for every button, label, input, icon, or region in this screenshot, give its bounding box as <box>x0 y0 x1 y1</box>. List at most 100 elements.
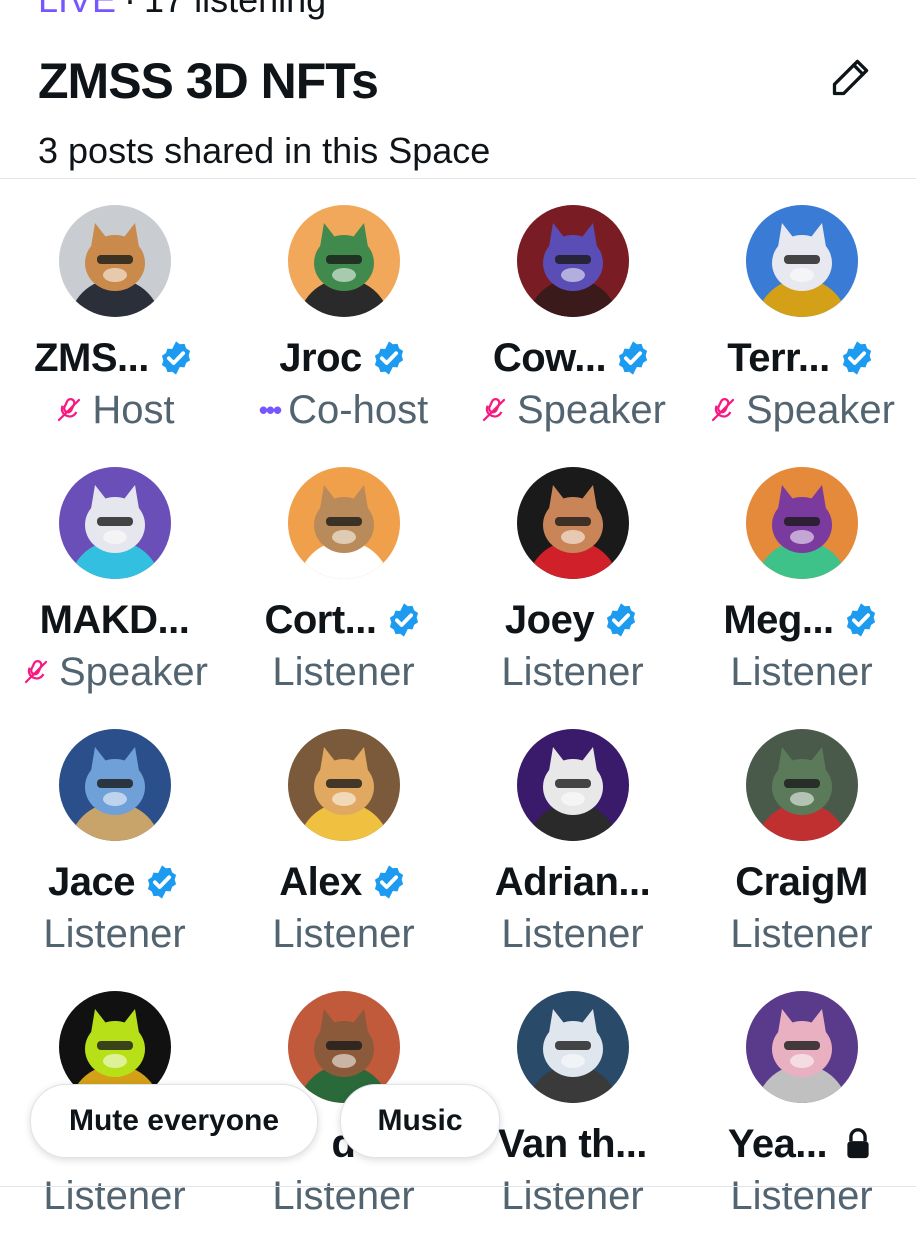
participant-name: Alex <box>279 859 362 904</box>
avatar <box>745 205 858 317</box>
participant-card[interactable]: Alex Listener <box>229 729 458 991</box>
participant-name: Cort... <box>264 597 377 642</box>
participant-name-row: Jace <box>48 859 181 905</box>
participant-name-row: Van th... <box>498 1121 647 1167</box>
participant-card[interactable]: Meg... Listener <box>687 467 916 729</box>
participant-role-row: Listener <box>272 649 414 695</box>
listening-count: 17 listening <box>144 0 326 20</box>
mic-muted-icon <box>479 395 509 425</box>
avatar <box>58 467 171 579</box>
participant-card[interactable]: Jace Listener <box>0 729 229 991</box>
participant-role-row: Speaker <box>708 387 895 433</box>
participant-name: Cow... <box>492 335 607 380</box>
verified-badge-icon <box>370 863 408 901</box>
participant-name: Jace <box>48 859 135 904</box>
participant-role-row: Host <box>54 387 175 433</box>
participant-card[interactable]: MAKD... Speaker <box>0 467 229 729</box>
participant-role-row: Listener <box>730 649 872 695</box>
participant-card[interactable]: Cow... Speaker <box>458 205 687 467</box>
verified-badge-icon <box>602 601 640 639</box>
verified-badge-icon <box>842 601 880 639</box>
participant-name-row: Yea... <box>728 1121 875 1167</box>
participant-card[interactable]: CraigM Listener <box>687 729 916 991</box>
verified-badge-icon <box>143 863 181 901</box>
verified-badge-icon <box>614 339 652 377</box>
avatar <box>287 467 400 579</box>
participant-role-row: Listener <box>43 911 185 957</box>
participant-role: Listener <box>730 911 873 956</box>
participant-role: Listener <box>272 911 415 956</box>
verified-badge-icon <box>370 339 408 377</box>
participant-name-row: Meg... <box>723 597 879 643</box>
participant-name-row: Cort... <box>264 597 422 643</box>
avatar <box>745 729 858 841</box>
participant-name: MAKD... <box>39 597 190 642</box>
participant-name: Meg... <box>723 597 834 642</box>
participant-name-row: MAKD... <box>40 597 190 643</box>
participant-role: Host <box>92 387 175 432</box>
participant-name: Jroc <box>279 335 362 380</box>
avatar <box>516 729 629 841</box>
edit-button[interactable] <box>826 52 876 102</box>
avatar <box>745 991 858 1103</box>
avatar <box>58 205 171 317</box>
participant-name-row: Cow... <box>493 335 652 381</box>
participant-role-row: Listener <box>501 649 643 695</box>
lock-icon <box>841 1127 875 1161</box>
verified-badge-icon <box>385 601 423 639</box>
participant-name: Van th... <box>498 1121 647 1166</box>
participant-role-row: Listener <box>272 1173 414 1219</box>
participant-name: CraigM <box>735 859 868 904</box>
participant-role-row: Listener <box>501 1173 643 1219</box>
participant-role-row: Speaker <box>21 649 208 695</box>
avatar <box>287 205 400 317</box>
participant-role: Listener <box>501 1173 644 1218</box>
participant-role: Speaker <box>746 387 895 432</box>
mic-muted-icon <box>21 657 51 687</box>
participant-card[interactable]: Cort... Listener <box>229 467 458 729</box>
music-button[interactable]: Music <box>340 1084 500 1158</box>
participant-card[interactable]: Yea... Listener <box>687 991 916 1253</box>
participant-name-row: Joey <box>505 597 640 643</box>
mic-muted-icon <box>708 395 738 425</box>
participant-role-row: Listener <box>730 911 872 957</box>
participant-role: Listener <box>272 649 415 694</box>
participant-card[interactable]: Adrian... Listener <box>458 729 687 991</box>
participant-card[interactable]: Jroc ••• Co-host <box>229 205 458 467</box>
participant-name: Adrian... <box>494 859 651 904</box>
bottom-divider <box>0 1186 916 1187</box>
participant-card[interactable]: Joey Listener <box>458 467 687 729</box>
participant-role: Listener <box>730 649 873 694</box>
speaking-dots-icon: ••• <box>258 394 282 425</box>
participant-role: Speaker <box>59 649 208 694</box>
participant-card[interactable]: Terr... Speaker <box>687 205 916 467</box>
participant-role: Listener <box>272 1173 415 1218</box>
mute-everyone-button[interactable]: Mute everyone <box>30 1084 318 1158</box>
participant-role: Listener <box>43 1173 186 1218</box>
avatar <box>58 729 171 841</box>
participant-name-row: Alex <box>279 859 408 905</box>
avatar <box>516 991 629 1103</box>
verified-badge-icon <box>838 339 876 377</box>
posts-shared-text: 3 posts shared in this Space <box>38 130 491 171</box>
participant-role: Listener <box>501 911 644 956</box>
participant-name: Yea... <box>727 1121 828 1166</box>
participant-name-row: Terr... <box>727 335 875 381</box>
participant-name-row: ZMS... <box>34 335 195 381</box>
participant-role-row: Listener <box>43 1173 185 1219</box>
pencil-icon <box>832 59 869 96</box>
participant-role-row: Listener <box>272 911 414 957</box>
verified-badge-icon <box>157 339 195 377</box>
participant-name-row: Adrian... <box>495 859 651 905</box>
participant-card[interactable]: ZMS... Host <box>0 205 229 467</box>
participant-role: Speaker <box>517 387 666 432</box>
participant-name-row: CraigM <box>735 859 868 905</box>
participant-name: Joey <box>504 597 595 642</box>
participant-role-row: ••• Co-host <box>259 387 428 433</box>
live-label: LIVE <box>38 0 116 20</box>
participant-name: Terr... <box>727 335 830 380</box>
mic-muted-icon <box>54 395 84 425</box>
header-divider <box>0 178 916 179</box>
participant-role-row: Listener <box>730 1173 872 1219</box>
participant-role: Listener <box>730 1173 873 1218</box>
